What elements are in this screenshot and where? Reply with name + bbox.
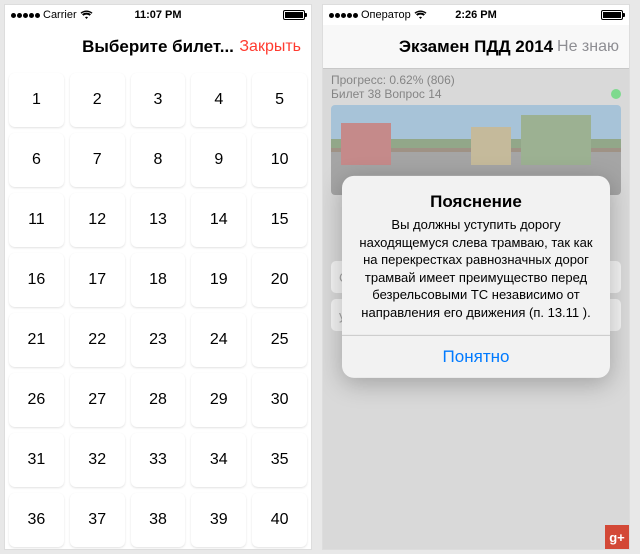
ticket-button[interactable]: 35 xyxy=(252,433,307,487)
ticket-button[interactable]: 1 xyxy=(9,73,64,127)
ticket-button[interactable]: 22 xyxy=(70,313,125,367)
ticket-button[interactable]: 24 xyxy=(191,313,246,367)
ticket-button[interactable]: 16 xyxy=(9,253,64,307)
nav-title: Экзамен ПДД 2014 xyxy=(399,37,553,57)
ticket-button[interactable]: 8 xyxy=(131,133,186,187)
ticket-button[interactable]: 6 xyxy=(9,133,64,187)
ticket-button[interactable]: 10 xyxy=(252,133,307,187)
phone-right-screen: Оператор 2:26 PM Экзамен ПДД 2014 Не зна… xyxy=(322,4,630,550)
ticket-button[interactable]: 18 xyxy=(131,253,186,307)
status-bar: Оператор 2:26 PM xyxy=(323,5,629,25)
clock: 2:26 PM xyxy=(455,9,497,21)
ticket-button[interactable]: 38 xyxy=(131,493,186,547)
skip-button[interactable]: Не знаю xyxy=(557,38,619,56)
explanation-alert: Пояснение Вы должны уступить дорогу нахо… xyxy=(342,176,610,378)
ticket-button[interactable]: 32 xyxy=(70,433,125,487)
battery-icon xyxy=(601,10,623,20)
ticket-button[interactable]: 23 xyxy=(131,313,186,367)
ticket-button[interactable]: 36 xyxy=(9,493,64,547)
ticket-button[interactable]: 12 xyxy=(70,193,125,247)
ticket-button[interactable]: 28 xyxy=(131,373,186,427)
ticket-button[interactable]: 37 xyxy=(70,493,125,547)
ticket-button[interactable]: 31 xyxy=(9,433,64,487)
phone-left-screen: Carrier 11:07 PM Выберите билет... Закры… xyxy=(4,4,312,550)
ticket-button[interactable]: 5 xyxy=(252,73,307,127)
ticket-button[interactable]: 30 xyxy=(252,373,307,427)
ticket-button[interactable]: 4 xyxy=(191,73,246,127)
ticket-button[interactable]: 15 xyxy=(252,193,307,247)
ticket-button[interactable]: 20 xyxy=(252,253,307,307)
ticket-button[interactable]: 7 xyxy=(70,133,125,187)
clock: 11:07 PM xyxy=(134,9,181,21)
carrier-label: Carrier xyxy=(43,9,77,21)
ticket-button[interactable]: 2 xyxy=(70,73,125,127)
ticket-button[interactable]: 40 xyxy=(252,493,307,547)
alert-title: Пояснение xyxy=(342,176,610,216)
status-bar: Carrier 11:07 PM xyxy=(5,5,311,25)
ticket-button[interactable]: 21 xyxy=(9,313,64,367)
close-button[interactable]: Закрыть xyxy=(239,38,301,56)
battery-icon xyxy=(283,10,305,20)
ticket-button[interactable]: 25 xyxy=(252,313,307,367)
wifi-icon xyxy=(414,10,427,20)
ticket-button[interactable]: 11 xyxy=(9,193,64,247)
ticket-button[interactable]: 29 xyxy=(191,373,246,427)
nav-bar: Экзамен ПДД 2014 Не знаю xyxy=(323,25,629,69)
ticket-button[interactable]: 13 xyxy=(131,193,186,247)
ticket-button[interactable]: 19 xyxy=(191,253,246,307)
carrier-label: Оператор xyxy=(361,9,411,21)
ticket-button[interactable]: 39 xyxy=(191,493,246,547)
wifi-icon xyxy=(80,10,93,20)
ticket-button[interactable]: 9 xyxy=(191,133,246,187)
ticket-button[interactable]: 27 xyxy=(70,373,125,427)
alert-body: Вы должны уступить дорогу находящемуся с… xyxy=(342,216,610,335)
alert-ok-button[interactable]: Понятно xyxy=(342,335,610,378)
nav-bar: Выберите билет... Закрыть xyxy=(5,25,311,69)
ticket-button[interactable]: 26 xyxy=(9,373,64,427)
google-plus-icon[interactable]: g+ xyxy=(605,525,629,549)
ticket-button[interactable]: 14 xyxy=(191,193,246,247)
ticket-button[interactable]: 3 xyxy=(131,73,186,127)
ticket-button[interactable]: 17 xyxy=(70,253,125,307)
ticket-button[interactable]: 34 xyxy=(191,433,246,487)
nav-title: Выберите билет... xyxy=(82,37,234,57)
ticket-grid: 1234567891011121314151617181920212223242… xyxy=(5,69,311,550)
signal-icon xyxy=(11,13,40,18)
signal-icon xyxy=(329,13,358,18)
ticket-button[interactable]: 33 xyxy=(131,433,186,487)
